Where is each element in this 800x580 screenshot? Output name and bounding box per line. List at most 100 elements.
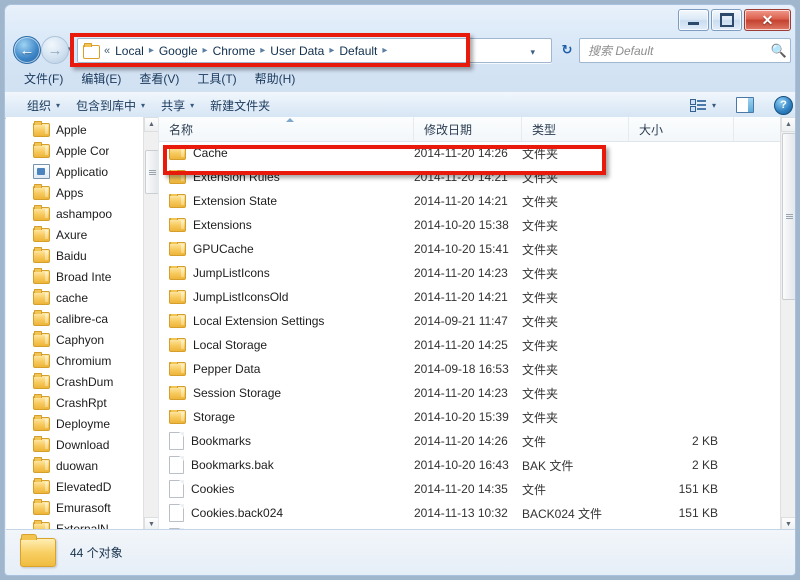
nav-tree-item-label: calibre-ca <box>56 311 109 326</box>
file-date-cell: 2014-10-20 16:43 <box>414 458 509 472</box>
nav-tree-item[interactable]: Download <box>6 434 144 455</box>
file-list-scrollbar[interactable]: ▲ ▼ <box>780 117 795 532</box>
close-button[interactable]: ✕ <box>744 9 791 31</box>
file-name-label: Bookmarks.bak <box>191 458 274 472</box>
address-bar[interactable]: « Local ▸ Google ▸ Chrome ▸ User Data ▸ … <box>77 38 552 63</box>
maximize-button[interactable] <box>711 9 742 31</box>
preview-pane-icon <box>736 97 754 113</box>
table-row[interactable]: Extension Rules 2014-11-20 14:21 文件夹 <box>159 165 795 189</box>
nav-tree-item[interactable]: CrashRpt <box>6 392 144 413</box>
address-dropdown-icon[interactable]: ▾ <box>530 47 535 58</box>
nav-tree-item[interactable]: cache <box>6 287 144 308</box>
folder-icon <box>33 456 50 473</box>
table-row[interactable]: Session Storage 2014-11-20 14:23 文件夹 <box>159 381 795 405</box>
breadcrumb-item-chrome[interactable]: Chrome <box>210 42 259 60</box>
search-icon: 🔍 <box>770 42 788 58</box>
table-row[interactable]: Local Storage 2014-11-20 14:25 文件夹 <box>159 333 795 357</box>
file-name-label: Bookmarks <box>191 434 252 448</box>
folder-icon <box>33 183 50 200</box>
breadcrumb-item-google[interactable]: Google <box>156 42 201 60</box>
scroll-up-button[interactable]: ▲ <box>144 117 158 132</box>
back-button[interactable]: ← <box>13 36 41 64</box>
column-header-date[interactable]: 修改日期 <box>414 117 522 141</box>
nav-tree-item[interactable]: Chromium <box>6 350 144 371</box>
nav-tree-item-label: Apple Cor <box>56 143 110 158</box>
table-row[interactable]: GPUCache 2014-10-20 15:41 文件夹 <box>159 237 795 261</box>
help-button[interactable]: ? <box>766 93 795 118</box>
nav-tree-item[interactable]: Apple Cor <box>6 140 144 161</box>
nav-tree-item[interactable]: ElevatedD <box>6 476 144 497</box>
scroll-up-button[interactable]: ▲ <box>781 117 795 132</box>
search-input[interactable]: 搜索 Default <box>580 42 768 59</box>
help-icon: ? <box>774 95 793 115</box>
table-row[interactable]: Pepper Data 2014-09-18 16:53 文件夹 <box>159 357 795 381</box>
menu-item-tools[interactable]: 工具(T) <box>188 67 245 90</box>
file-name-label: Extension State <box>193 194 278 208</box>
organize-button[interactable]: 组织 ▾ <box>19 94 68 117</box>
menu-item-view[interactable]: 查看(V) <box>130 67 188 90</box>
table-row[interactable]: Storage 2014-10-20 15:39 文件夹 <box>159 405 795 429</box>
nav-tree-item[interactable]: Caphyon <box>6 329 144 350</box>
nav-tree-item[interactable]: Axure <box>6 224 144 245</box>
table-row[interactable]: Cookies.back024 2014-11-13 10:32 BACK024 文… <box>159 501 795 525</box>
recent-pages-caret-icon[interactable]: ▾ <box>68 44 73 55</box>
file-icon <box>169 504 184 522</box>
table-row[interactable]: Bookmarks.bak 2014-10-20 16:43 BAK 文件 2 KB <box>159 453 795 477</box>
breadcrumb-item-user-data[interactable]: User Data <box>267 42 327 60</box>
scrollbar-thumb[interactable] <box>145 150 158 194</box>
nav-tree-item[interactable]: Applicatio <box>6 161 144 182</box>
include-in-library-button[interactable]: 包含到库中 ▾ <box>68 94 153 117</box>
table-row[interactable]: Cookies 2014-11-20 14:35 文件 151 KB <box>159 477 795 501</box>
column-header-type[interactable]: 类型 <box>522 117 629 141</box>
table-row[interactable]: Extensions 2014-10-20 15:38 文件夹 <box>159 213 795 237</box>
preview-pane-button[interactable] <box>728 94 762 116</box>
forward-button[interactable]: → <box>41 36 69 64</box>
table-row[interactable]: Cache 2014-11-20 14:26 文件夹 <box>159 141 795 165</box>
table-row[interactable]: JumpListIconsOld 2014-11-20 14:21 文件夹 <box>159 285 795 309</box>
menu-item-help[interactable]: 帮助(H) <box>246 67 305 90</box>
breadcrumb-separator-icon[interactable]: ▸ <box>258 45 267 56</box>
nav-tree-item[interactable]: duowan <box>6 455 144 476</box>
file-name-label: Storage <box>193 410 236 424</box>
table-row[interactable]: Bookmarks 2014-11-20 14:26 文件 2 KB <box>159 429 795 453</box>
table-row[interactable]: Local Extension Settings 2014-09-21 11:47… <box>159 309 795 333</box>
nav-tree-item[interactable]: calibre-ca <box>6 308 144 329</box>
breadcrumb-separator-icon[interactable]: ▸ <box>380 45 389 56</box>
share-button[interactable]: 共享 ▾ <box>153 94 202 117</box>
nav-tree-item[interactable]: Deployme <box>6 413 144 434</box>
change-view-button[interactable]: ▾ <box>682 95 724 115</box>
scrollbar-thumb[interactable] <box>782 133 795 300</box>
breadcrumb-separator-icon[interactable]: ▸ <box>147 45 156 56</box>
nav-tree-item[interactable]: CrashDum <box>6 371 144 392</box>
nav-tree-item[interactable]: Apple <box>6 119 144 140</box>
nav-tree-item[interactable]: Apps <box>6 182 144 203</box>
file-name-label: Extensions <box>193 218 252 232</box>
nav-tree-item-label: Broad Inte <box>56 269 112 284</box>
nav-tree-item-label: Chromium <box>56 353 112 368</box>
breadcrumb-item-local[interactable]: Local <box>112 42 147 60</box>
menu-item-file[interactable]: 文件(F) <box>15 67 72 90</box>
new-folder-button[interactable]: 新建文件夹 <box>202 94 278 117</box>
nav-tree-item[interactable]: Broad Inte <box>6 266 144 287</box>
nav-tree-item[interactable]: ashampoo <box>6 203 144 224</box>
breadcrumb-separator-icon[interactable]: ▸ <box>327 45 336 56</box>
table-row[interactable]: JumpListIcons 2014-11-20 14:23 文件夹 <box>159 261 795 285</box>
column-header-size[interactable]: 大小 <box>629 117 734 141</box>
nav-tree-item-label: Applicatio <box>56 164 109 179</box>
breadcrumb-item-default[interactable]: Default <box>336 42 380 60</box>
breadcrumb-overflow-icon[interactable]: « <box>103 45 112 57</box>
refresh-button[interactable]: ↻ <box>557 39 577 60</box>
nav-tree-item[interactable]: Emurasoft <box>6 497 144 518</box>
file-size-cell: 2 KB <box>691 458 718 472</box>
search-box[interactable]: 搜索 Default 🔍 <box>579 38 791 63</box>
nav-tree-item[interactable]: Baidu <box>6 245 144 266</box>
table-row[interactable]: Extension State 2014-11-20 14:21 文件夹 <box>159 189 795 213</box>
file-size-cell: 2 KB <box>691 434 718 448</box>
minimize-button[interactable] <box>678 9 709 31</box>
breadcrumb-separator-icon[interactable]: ▸ <box>201 45 210 56</box>
column-headers: 名称 修改日期 类型 大小 <box>159 117 795 142</box>
column-header-name[interactable]: 名称 <box>159 117 414 141</box>
menu-item-edit[interactable]: 编辑(E) <box>72 67 130 90</box>
command-toolbar: 组织 ▾ 包含到库中 ▾ 共享 ▾ 新建文件夹 ▾ ? <box>5 91 795 119</box>
navigation-pane-scrollbar[interactable]: ▲ ▼ <box>143 117 158 532</box>
